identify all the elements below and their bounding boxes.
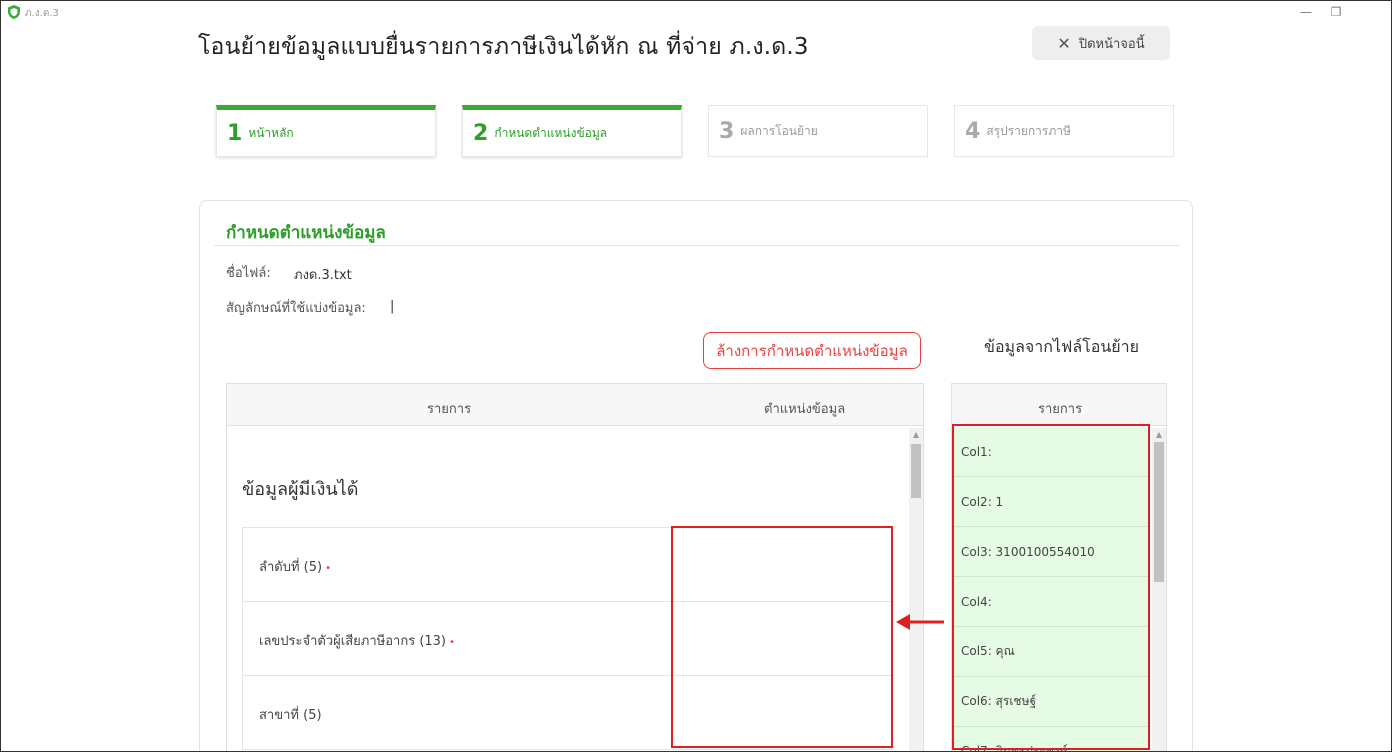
column-header-position: ตำแหน่งข้อมูล: [764, 402, 846, 417]
required-marker: •: [325, 563, 331, 574]
clear-mapping-button[interactable]: ล้างการกำหนดตำแหน่งข้อมูล: [703, 332, 921, 369]
source-table-header: รายการ: [952, 384, 1166, 426]
scrollbar-thumb[interactable]: [911, 444, 921, 498]
step-label: สรุปรายการภาษี: [986, 123, 1071, 138]
step-number: 3: [719, 118, 735, 144]
divider: [214, 245, 1180, 246]
panel-title: กำหนดตำแหน่งข้อมูล: [226, 223, 386, 243]
step-label: กำหนดตำแหน่งข้อมูล: [494, 125, 608, 140]
source-table: รายการ Col1: Col2: 1 Col3: 3100100554010…: [951, 383, 1167, 751]
step-number: 2: [473, 120, 489, 146]
step-number: 1: [227, 120, 243, 146]
scroll-up-icon[interactable]: ▲: [909, 430, 923, 439]
row-label: ลำดับที่ (5) •: [259, 556, 331, 577]
mapping-table-header: รายการ ตำแหน่งข้อมูล: [227, 384, 923, 426]
required-marker: •: [449, 637, 455, 648]
scrollbar-thumb[interactable]: [1154, 442, 1164, 582]
mapping-table: รายการ ตำแหน่งข้อมูล ข้อมูลผู้มีเงินได้ …: [226, 383, 924, 751]
shield-icon: [8, 5, 20, 19]
column-header-item: รายการ: [1038, 402, 1083, 417]
step-4-summary[interactable]: 4 สรุปรายการภาษี: [954, 105, 1174, 157]
close-page-button[interactable]: ✕ ปิดหน้าจอนี้: [1032, 26, 1170, 60]
position-drop-target[interactable]: [671, 526, 893, 748]
arrow-left-icon: [896, 614, 944, 630]
close-page-label: ปิดหน้าจอนี้: [1078, 36, 1145, 52]
row-label-text: เลขประจำตัวผู้เสียภาษีอากร (13): [259, 634, 447, 649]
title-bar: ภ.ง.ด.3 — ❐: [1, 1, 1391, 23]
step-2-mapping[interactable]: 2 กำหนดตำแหน่งข้อมูล: [462, 105, 682, 157]
maximize-button[interactable]: ❐: [1321, 3, 1351, 21]
app-window: ภ.ง.ด.3 — ❐ โอนย้ายข้อมูลแบบยื่นรายการภา…: [0, 0, 1392, 752]
source-data-title: ข้อมูลจากไฟล์โอนย้าย: [984, 337, 1139, 356]
step-label: หน้าหลัก: [248, 125, 294, 140]
separator-value: |: [390, 299, 395, 314]
row-label: เลขประจำตัวผู้เสียภาษีอากร (13) •: [259, 630, 455, 651]
column-header-item: รายการ: [427, 402, 472, 417]
row-label-text: สาขาที่ (5): [259, 708, 322, 723]
file-name-value: ภงด.3.txt: [294, 268, 352, 283]
section-heading: ข้อมูลผู้มีเงินได้: [242, 479, 359, 500]
mapping-panel: กำหนดตำแหน่งข้อมูล ชื่อไฟล์: ภงด.3.txt ส…: [199, 200, 1193, 751]
close-icon: ✕: [1057, 33, 1071, 53]
separator-label: สัญลักษณ์ที่ใช้แบ่งข้อมูล:: [226, 301, 366, 316]
scroll-up-icon[interactable]: ▲: [1152, 430, 1166, 439]
source-highlight-box: [952, 424, 1150, 750]
row-label: สาขาที่ (5): [259, 704, 325, 725]
row-label-text: ลำดับที่ (5): [259, 560, 323, 575]
app-title: ภ.ง.ด.3: [25, 8, 59, 19]
page-title: โอนย้ายข้อมูลแบบยื่นรายการภาษีเงินได้หัก…: [198, 34, 809, 60]
mapping-scrollbar[interactable]: ▲: [909, 428, 923, 751]
minimize-button[interactable]: —: [1291, 3, 1321, 21]
step-label: ผลการโอนย้าย: [740, 123, 818, 138]
step-3-result[interactable]: 3 ผลการโอนย้าย: [708, 105, 928, 157]
source-scrollbar[interactable]: ▲: [1152, 428, 1166, 751]
file-name-label: ชื่อไฟล์:: [226, 266, 271, 281]
step-number: 4: [965, 118, 981, 144]
step-1-home[interactable]: 1 หน้าหลัก: [216, 105, 436, 157]
